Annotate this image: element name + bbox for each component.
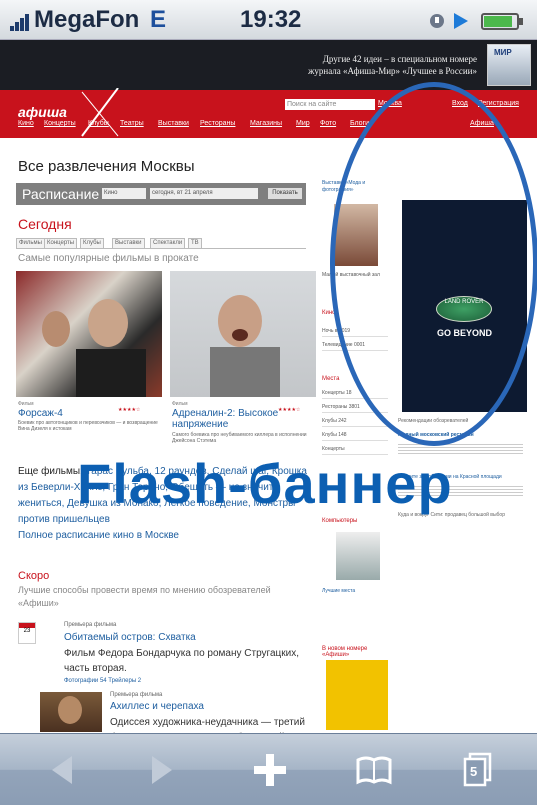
nav-item[interactable]: Выставки xyxy=(158,120,189,127)
entry-links-1[interactable]: Фотографии 54 Трейлеры 2 xyxy=(64,678,141,684)
nav-item[interactable]: Концерты xyxy=(44,120,76,127)
movie-desc-2: Самого боевика про неубиваемого киллера … xyxy=(172,432,307,444)
forward-arrow-icon[interactable] xyxy=(140,748,184,792)
date-select[interactable]: сегодня, вт 21 апреля xyxy=(150,188,258,199)
site-logo[interactable]: афиша xyxy=(18,104,67,120)
top-banner[interactable]: Другие 42 идеи – в специальном номере жу… xyxy=(0,40,537,90)
entry-text-2: Одиссея художника-неудачника — третий фи… xyxy=(110,717,305,733)
magazine-issue-cover[interactable] xyxy=(326,660,388,730)
add-bookmark-icon[interactable] xyxy=(248,748,292,792)
popular-heading: Самые популярные фильмы в прокате xyxy=(18,253,199,264)
nav-item[interactable]: Мир xyxy=(296,120,310,127)
lock-rotation-icon xyxy=(430,14,444,28)
mid-head-places: Места xyxy=(322,376,340,382)
full-schedule-link[interactable]: Полное расписание кино в Москве xyxy=(18,530,179,541)
tab-clubs[interactable]: Клубы xyxy=(80,238,104,249)
entry-title-1[interactable]: Обитаемый остров: Схватка xyxy=(64,632,196,643)
nav-item[interactable]: Рестораны xyxy=(200,120,235,127)
more-films-label: Еще фильмы: xyxy=(18,466,83,477)
nav-item[interactable]: Клубы xyxy=(88,120,109,127)
mid-head-issue: В новом номере «Афиши» xyxy=(322,646,368,658)
search-input[interactable]: Поиск на сайте xyxy=(285,99,375,110)
movie-desc-1: Боевик про автогонщиков и перевозчиков —… xyxy=(18,420,158,432)
page-title: Все развлечения Москвы xyxy=(18,158,195,175)
back-arrow-icon[interactable] xyxy=(40,748,84,792)
play-icon xyxy=(454,13,468,29)
entry-tag-2: Премьера фильма xyxy=(110,692,163,698)
tab-concerts[interactable]: Концерты xyxy=(44,238,78,249)
top-banner-line1: Другие 42 идеи – в специальном номере xyxy=(322,54,477,64)
today-heading: Сегодня xyxy=(18,216,72,232)
date-day: 23 xyxy=(23,628,31,634)
status-icons xyxy=(427,11,527,31)
battery-icon xyxy=(481,13,523,30)
tab-shows[interactable]: Спектакли xyxy=(150,238,186,249)
entry-tag-1: Премьера фильма xyxy=(64,622,117,628)
clock: 19:32 xyxy=(240,6,302,33)
tabs-count: 5 xyxy=(470,764,478,779)
cover-label: МИР xyxy=(494,48,512,57)
mid-row[interactable]: Клубы 242 xyxy=(322,418,388,427)
soon-heading: Скоро xyxy=(18,570,50,582)
tab-films[interactable]: Фильмы xyxy=(16,238,45,249)
movie-tag-2: Фильм xyxy=(172,401,188,407)
browser-toolbar: 5 xyxy=(0,733,537,805)
tabs-icon[interactable]: 5 xyxy=(456,748,500,792)
flash-banner-label: Flash-баннер xyxy=(77,452,453,515)
magazine-cover[interactable]: МИР xyxy=(487,44,531,86)
entry-text-1: Фильм Федора Бондарчука по роману Струга… xyxy=(64,648,299,674)
nav-item[interactable]: Театры xyxy=(120,120,144,127)
top-banner-line2: журнала «Афиша-Мир» «Лучшее в России» xyxy=(308,66,477,76)
show-button[interactable]: Показать xyxy=(268,188,302,199)
category-select[interactable]: Кино xyxy=(102,188,146,199)
top-banner-text: Другие 42 идеи – в специальном номере жу… xyxy=(308,53,477,77)
mid-head-computers: Компьютеры xyxy=(322,518,358,524)
mid-computer-photo[interactable] xyxy=(336,532,380,580)
mid-row[interactable]: Клубы 148 xyxy=(322,432,388,441)
bookmarks-icon[interactable] xyxy=(352,748,396,792)
status-bar: MegaFon E 19:32 xyxy=(0,0,537,40)
movie-title-1[interactable]: Форсаж-4 xyxy=(18,408,118,419)
movie-photo-2[interactable] xyxy=(170,271,316,397)
network-type: E xyxy=(150,6,167,33)
nav-item[interactable]: Кино xyxy=(18,120,34,127)
movie-tag-1: Фильм xyxy=(18,401,34,407)
highlight-circle xyxy=(330,82,537,446)
phone-screen: MegaFon E 19:32 Другие 42 идеи – в специ… xyxy=(0,0,537,805)
schedule-bar: Расписание Кино сегодня, вт 21 апреля По… xyxy=(16,183,306,205)
rating-stars-1: ★★★★☆ xyxy=(118,407,141,413)
entry-title-2[interactable]: Ахиллес и черепаха xyxy=(110,701,204,712)
schedule-label: Расписание xyxy=(22,186,100,202)
carrier-name: MegaFon xyxy=(34,6,140,33)
nav-item[interactable]: Магазины xyxy=(250,120,282,127)
entry-photo-2[interactable] xyxy=(40,692,102,732)
nav-item[interactable]: Фото xyxy=(320,120,336,127)
tab-exhibitions[interactable]: Выставки xyxy=(112,238,145,249)
movie-photo-1[interactable] xyxy=(16,271,162,397)
tab-tv[interactable]: ТВ xyxy=(188,238,202,249)
mid-item[interactable]: Лучшие места xyxy=(322,588,388,595)
soon-subtitle: Лучшие способы провести время по мнению … xyxy=(18,585,271,608)
movie-title-2[interactable]: Адреналин-2: Высокое напряжение xyxy=(172,408,282,430)
web-page[interactable]: Другие 42 идеи – в специальном номере жу… xyxy=(0,40,537,733)
category-tabs: Фильмы Концерты Клубы Выставки Спектакли… xyxy=(16,237,306,249)
date-badge: 23 xyxy=(18,622,36,644)
